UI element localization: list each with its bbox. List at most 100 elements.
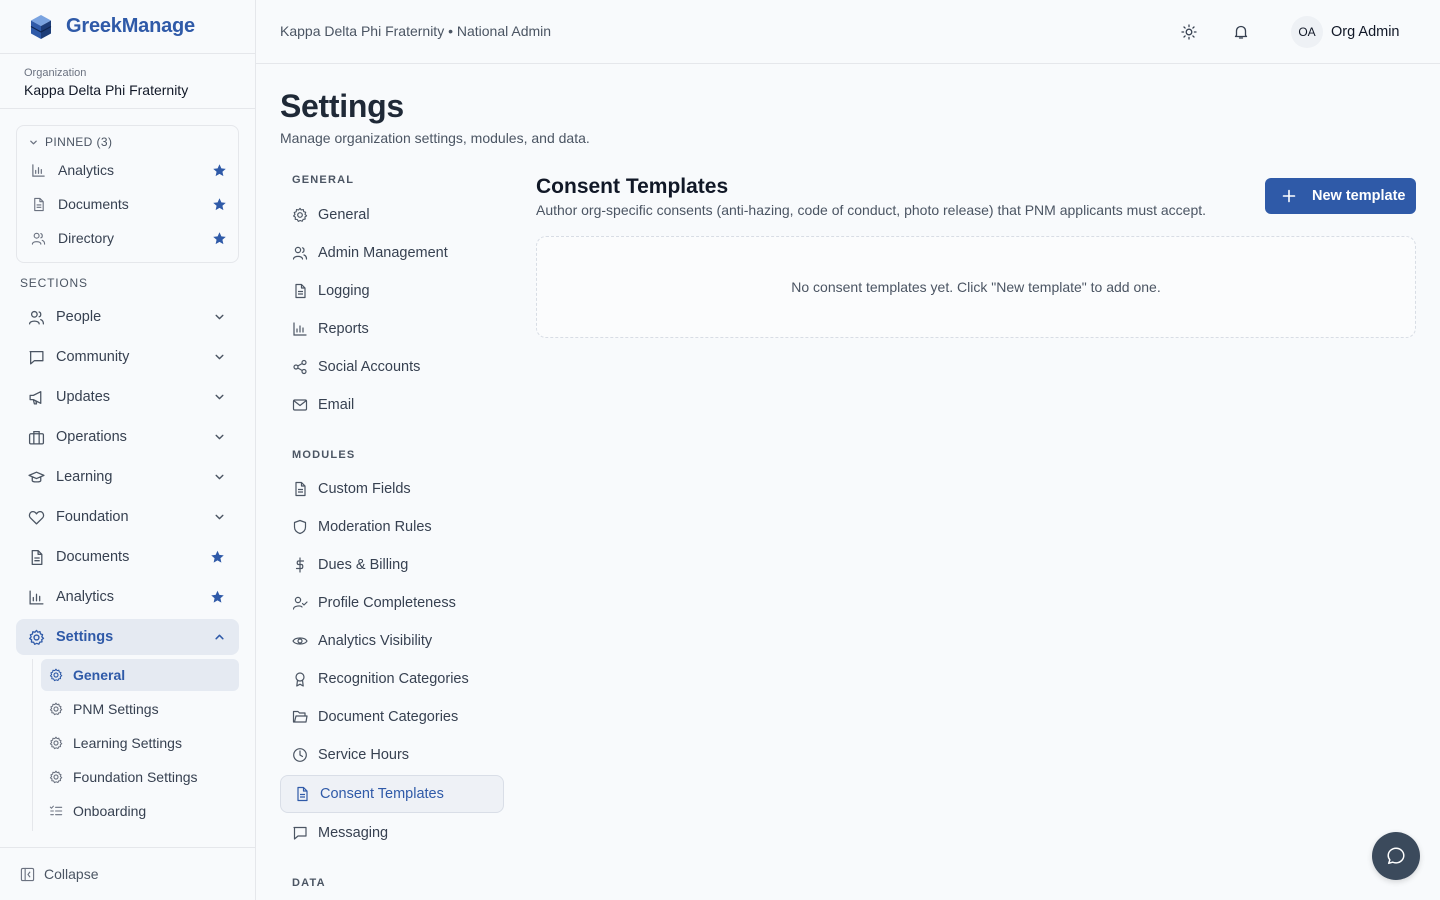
- empty-state: No consent templates yet. Click "New tem…: [536, 236, 1416, 338]
- settings-nav-label: Email: [318, 397, 355, 413]
- sidebar-subitem-onboarding[interactable]: Onboarding: [41, 795, 239, 827]
- settings-nav-reports[interactable]: Reports: [280, 311, 504, 347]
- sidebar-subitem-label: Foundation Settings: [73, 769, 198, 785]
- sidebar-item-settings[interactable]: Settings: [16, 619, 239, 655]
- settings-nav-admin-management[interactable]: Admin Management: [280, 235, 504, 271]
- sidebar-item-documents[interactable]: Documents: [16, 539, 239, 575]
- settings-nav-label: Dues & Billing: [318, 557, 409, 573]
- settings-nav-label: Moderation Rules: [318, 519, 432, 535]
- settings-nav-email[interactable]: Email: [280, 387, 504, 423]
- user-menu[interactable]: OA Org Admin: [1291, 16, 1400, 48]
- settings-nav-label: Recognition Categories: [318, 671, 469, 687]
- pinned-item-label: Documents: [58, 196, 129, 212]
- award-icon: [292, 671, 308, 687]
- gear-icon: [292, 207, 308, 223]
- section-description: Author org-specific consents (anti-hazin…: [536, 202, 1207, 218]
- settings-nav-analytics-visibility[interactable]: Analytics Visibility: [280, 623, 504, 659]
- brand[interactable]: GreekManage: [0, 0, 255, 54]
- pinned-item-label: Analytics: [58, 162, 115, 178]
- settings-nav-messaging[interactable]: Messaging: [280, 815, 504, 851]
- sidebar-item-foundation[interactable]: Foundation: [16, 499, 239, 535]
- sidebar-subitem-foundation-settings[interactable]: Foundation Settings: [41, 761, 239, 793]
- chevron-up-icon: [214, 632, 225, 643]
- sidebar-item-community[interactable]: Community: [16, 339, 239, 375]
- sidebar-item-updates[interactable]: Updates: [16, 379, 239, 415]
- chevron-down-icon: [214, 312, 225, 323]
- plus-icon: [1282, 189, 1296, 203]
- submenu-guide-line: [32, 659, 33, 831]
- settings-nav-document-categories[interactable]: Document Categories: [280, 699, 504, 735]
- star-icon[interactable]: [210, 550, 225, 565]
- settings-nav-service-hours[interactable]: Service Hours: [280, 737, 504, 773]
- gear-icon: [49, 736, 64, 750]
- settings-nav-general[interactable]: General: [280, 197, 504, 233]
- star-icon[interactable]: [212, 231, 227, 246]
- graduation-cap-icon: [28, 469, 46, 486]
- settings-nav-profile-completeness[interactable]: Profile Completeness: [280, 585, 504, 621]
- pinned-item-directory[interactable]: Directory: [31, 223, 227, 253]
- pinned-toggle[interactable]: PINNED (3): [29, 135, 112, 149]
- sidebar-item-label: Community: [56, 349, 130, 365]
- settings-nav-recognition-categories[interactable]: Recognition Categories: [280, 661, 504, 697]
- settings-nav-label: Consent Templates: [320, 786, 444, 802]
- brand-name: GreekManage: [66, 15, 195, 37]
- settings-nav-label: General: [318, 207, 370, 223]
- page-title: Settings: [280, 88, 404, 124]
- sidebar: GreekManage Organization Kappa Delta Phi…: [0, 0, 256, 900]
- topbar: Kappa Delta Phi Fraternity • National Ad…: [256, 0, 1440, 64]
- settings-nav-consent-templates[interactable]: Consent Templates: [280, 775, 504, 813]
- new-template-button[interactable]: New template: [1265, 178, 1416, 214]
- organization-switcher[interactable]: Organization Kappa Delta Phi Fraternity: [0, 54, 255, 109]
- settings-nav-logging[interactable]: Logging: [280, 273, 504, 309]
- sidebar-subitem-label: Onboarding: [73, 803, 147, 819]
- briefcase-icon: [28, 429, 46, 446]
- settings-nav-custom-fields[interactable]: Custom Fields: [280, 471, 504, 507]
- chevron-down-icon: [214, 392, 225, 403]
- sidebar-item-label: People: [56, 309, 102, 325]
- pinned-item-analytics[interactable]: Analytics: [31, 155, 227, 185]
- star-icon[interactable]: [210, 590, 225, 605]
- sidebar-subitem-pnm-settings[interactable]: PNM Settings: [41, 693, 239, 725]
- sidebar-item-label: Settings: [56, 629, 114, 645]
- settings-nav-label: Admin Management: [318, 245, 448, 261]
- user-name: Org Admin: [1331, 24, 1400, 40]
- greekmanage-logo-icon: [30, 14, 52, 40]
- collapse-label: Collapse: [44, 866, 99, 882]
- star-icon[interactable]: [212, 197, 227, 212]
- gear-icon: [49, 702, 64, 716]
- settings-nav-label: Messaging: [318, 825, 389, 841]
- chevron-down-icon: [214, 512, 225, 523]
- sidebar-subitem-general[interactable]: General: [41, 659, 239, 691]
- bell-icon: [1234, 25, 1248, 39]
- sections-title: SECTIONS: [20, 276, 88, 290]
- gear-icon: [49, 770, 64, 784]
- pinned-item-documents[interactable]: Documents: [31, 189, 227, 219]
- pinned-title: PINNED (3): [45, 135, 113, 149]
- sidebar-item-people[interactable]: People: [16, 299, 239, 335]
- notifications-button[interactable]: [1227, 18, 1255, 46]
- users-icon: [292, 245, 308, 261]
- sidebar-item-label: Learning: [56, 469, 113, 485]
- chat-bubble-icon: [1387, 847, 1405, 865]
- new-template-label: New template: [1312, 188, 1406, 204]
- settings-nav-label: Document Categories: [318, 709, 459, 725]
- collapse-panel-icon: [20, 867, 35, 881]
- share-icon: [292, 359, 308, 375]
- settings-nav-dues-billing[interactable]: Dues & Billing: [280, 547, 504, 583]
- shield-icon: [292, 519, 308, 535]
- sidebar-item-label: Foundation: [56, 509, 129, 525]
- users-icon: [28, 309, 46, 326]
- settings-nav-moderation-rules[interactable]: Moderation Rules: [280, 509, 504, 545]
- user-check-icon: [292, 595, 308, 611]
- collapse-sidebar-button[interactable]: Collapse: [0, 847, 255, 900]
- bar-chart-icon: [28, 589, 46, 606]
- theme-toggle-button[interactable]: [1175, 18, 1203, 46]
- sidebar-item-learning[interactable]: Learning: [16, 459, 239, 495]
- settings-nav-social-accounts[interactable]: Social Accounts: [280, 349, 504, 385]
- sidebar-item-analytics[interactable]: Analytics: [16, 579, 239, 615]
- sidebar-subitem-learning-settings[interactable]: Learning Settings: [41, 727, 239, 759]
- chevron-down-icon: [214, 432, 225, 443]
- sidebar-item-operations[interactable]: Operations: [16, 419, 239, 455]
- star-icon[interactable]: [212, 163, 227, 178]
- chat-launcher-button[interactable]: [1372, 832, 1420, 880]
